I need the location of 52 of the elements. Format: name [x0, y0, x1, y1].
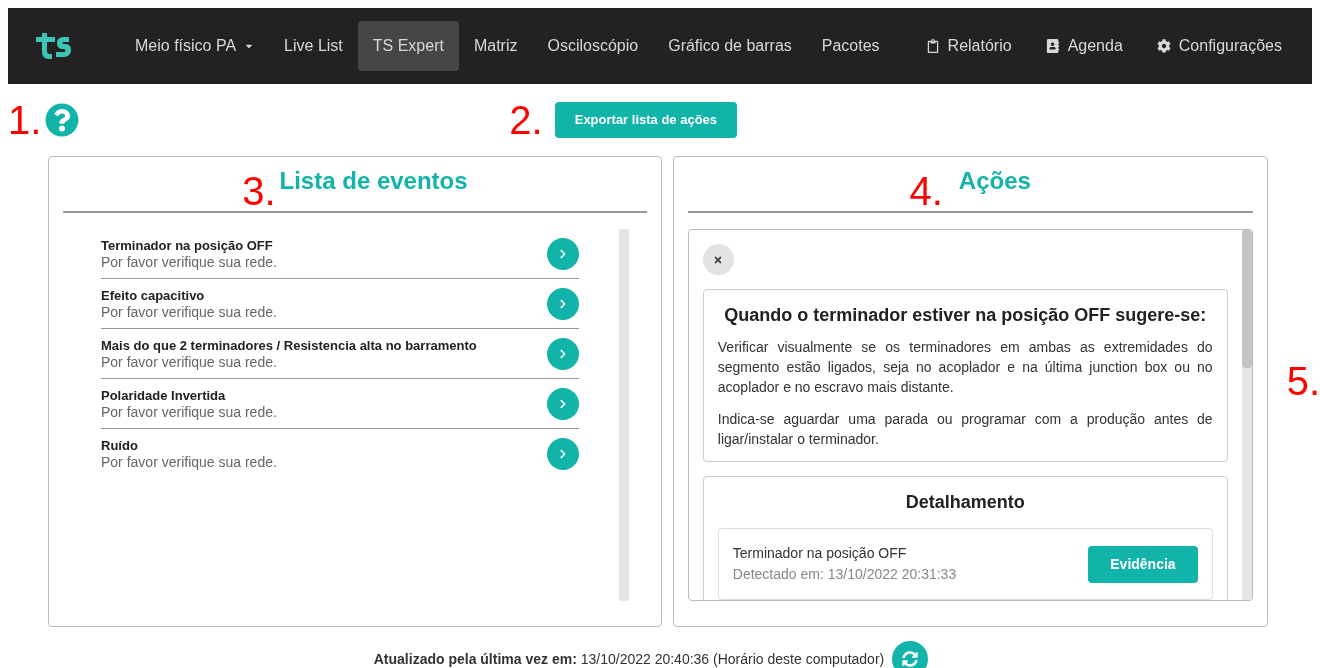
event-title: Mais do que 2 terminadores / Resistencia alta no barramento — [101, 336, 478, 354]
open-event-button[interactable] — [546, 287, 579, 320]
suggestion-title: Quando o terminador estiver na posição OFF sugere-se: — [723, 304, 1208, 327]
event-subtitle: Por favor verifique sua rede. — [101, 303, 278, 321]
close-icon — [713, 254, 724, 265]
chevron-right-icon — [557, 298, 568, 309]
contact-book-icon — [1045, 39, 1060, 53]
annotation-number: 1. — [8, 100, 42, 140]
nav-link[interactable]: Matriz — [458, 21, 533, 71]
nav-link[interactable]: Agenda — [1030, 21, 1138, 71]
chevron-right-icon — [557, 449, 568, 459]
last-updated-text: Atualizado pela última vez em: 13/10/2022 20:40:36 (Horário deste computador) — [373, 649, 885, 668]
suggestion-paragraph: Verificar visualmente se os terminadores em ambas as extremidades do segmento estão ligados, seja no acoplador e na última junction box ou no acoplador e no escravo mais distante. — [717, 338, 1213, 397]
chevron-right-icon — [557, 348, 568, 359]
help-icon[interactable] — [45, 103, 80, 137]
clipboard-icon — [925, 39, 940, 53]
detail-event-name: Terminador na posição OFF — [732, 544, 908, 563]
annotation-number: 5. — [1286, 359, 1320, 403]
event-subtitle: Por favor verifique sua rede. — [101, 253, 278, 271]
annotation-number: 4. — [909, 171, 943, 213]
chevron-right-icon — [557, 398, 568, 409]
annotation-number: 3. — [242, 171, 276, 213]
nav-link[interactable]: Pacotes — [806, 21, 895, 71]
refresh-icon — [902, 651, 919, 667]
refresh-button[interactable] — [892, 641, 929, 668]
annotation-number: 2. — [509, 100, 543, 140]
open-event-button[interactable] — [546, 438, 579, 470]
chevron-right-icon — [557, 248, 568, 259]
nav-link[interactable]: TS Expert — [357, 21, 459, 71]
suggestion-paragraph: Indica-se aguardar uma parada ou programar com a produção antes de ligar/instalar o terminador. — [717, 410, 1213, 449]
event-subtitle: Por favor verifique sua rede. — [101, 353, 278, 371]
details-title: Detalhamento — [904, 491, 1026, 514]
open-event-button[interactable] — [546, 337, 579, 370]
panel-title: Ações — [958, 166, 1031, 196]
open-event-button[interactable] — [546, 237, 579, 270]
nav-link[interactable]: Meio físico PA — [120, 21, 270, 71]
nav-link[interactable]: Live List — [269, 21, 358, 71]
event-subtitle: Por favor verifique sua rede. — [101, 403, 278, 421]
nav-link[interactable]: Relatório — [910, 21, 1027, 71]
nav-link[interactable]: Osciloscópio — [532, 21, 654, 71]
panel-title: Lista de eventos — [279, 166, 468, 196]
event-title: Polaridade Invertida — [101, 386, 227, 404]
event-title: Ruído — [101, 437, 139, 454]
event-subtitle: Por favor verifique sua rede. — [101, 454, 278, 471]
nav-link[interactable]: Configurações — [1141, 21, 1297, 71]
nav-link[interactable]: Gráfico de barras — [653, 21, 807, 71]
close-button[interactable] — [702, 244, 734, 275]
event-title: Terminador na posição OFF — [101, 236, 274, 254]
settings-icon — [1156, 39, 1171, 53]
event-title: Efeito capacitivo — [101, 286, 206, 304]
open-event-button[interactable] — [546, 387, 579, 420]
detail-detected-time: Detectado em: 13/10/2022 20:31:33 — [732, 565, 958, 584]
